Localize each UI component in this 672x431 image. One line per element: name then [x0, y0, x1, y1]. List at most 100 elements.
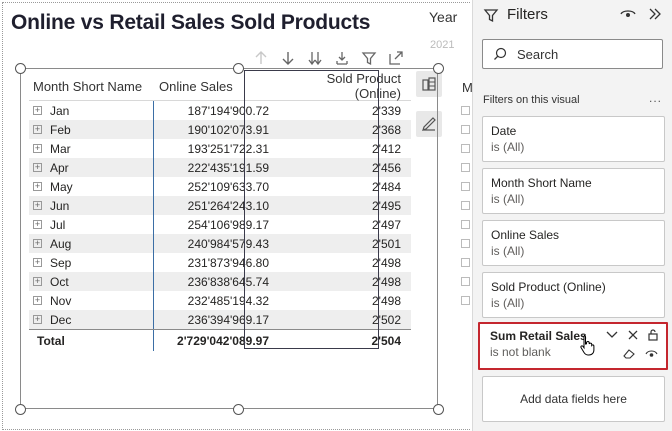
filter-card-date[interactable]: Date is (All) [482, 116, 665, 162]
report-canvas: Online vs Retail Sales Sold Products Yea… [0, 0, 473, 431]
online-sales-cell: 240'984'579.43 [153, 234, 273, 253]
chevron-down-icon[interactable] [606, 331, 618, 339]
online-sales-cell: 190'102'073.91 [153, 120, 273, 139]
lock-icon[interactable] [648, 329, 658, 341]
eye-icon[interactable] [620, 8, 636, 20]
expand-row-icon[interactable]: + [33, 182, 42, 191]
drill-up-icon[interactable] [251, 48, 271, 68]
month-label: Oct [50, 274, 69, 289]
month-label: Nov [50, 293, 72, 308]
resize-handle-top-left[interactable] [15, 63, 26, 74]
visual-header-toolbar [251, 46, 406, 70]
filter-card-online-sales[interactable]: Online Sales is (All) [482, 220, 665, 266]
filter-card-month-short-name[interactable]: Month Short Name is (All) [482, 168, 665, 214]
month-label: Jan [50, 103, 70, 118]
close-icon[interactable] [628, 330, 638, 340]
expand-hierarchy-icon[interactable] [332, 48, 352, 68]
table-row[interactable]: + Feb 190'102'073.91 2'368 [29, 120, 411, 139]
table-row[interactable]: + Aug 240'984'579.43 2'501 [29, 234, 411, 253]
month-label: Dec [50, 312, 72, 327]
filter-icon[interactable] [359, 48, 379, 68]
online-sales-cell: 222'435'191.59 [153, 158, 273, 177]
sold-product-cell: 2'498 [372, 274, 401, 289]
filter-card-sold-product[interactable]: Sold Product (Online) is (All) [482, 272, 665, 318]
online-sales-cell: 252'109'633.70 [153, 177, 273, 196]
expand-row-icon[interactable]: + [33, 106, 42, 115]
expand-next-level-icon[interactable] [305, 48, 325, 68]
table-row[interactable]: + Nov 232'485'194.32 2'498 [29, 291, 411, 310]
expand-row-icon[interactable]: + [33, 144, 42, 153]
table-row[interactable]: + Apr 222'435'191.59 2'456 [29, 158, 411, 177]
drill-down-icon[interactable] [278, 48, 298, 68]
table-row[interactable]: + Sep 231'873'946.80 2'498 [29, 253, 411, 272]
table-row[interactable]: + May 252'109'633.70 2'484 [29, 177, 411, 196]
eye-icon[interactable] [645, 349, 658, 359]
filters-pane: Filters Search Filters on this visual ..… [472, 0, 672, 431]
report-title: Online vs Retail Sales Sold Products [11, 11, 371, 34]
month-cell: + Jan [29, 104, 153, 118]
year-slicer-value[interactable]: 2021 [430, 39, 454, 51]
table-row[interactable]: + Mar 193'251'722.31 2'412 [29, 139, 411, 158]
month-label: Aug [50, 236, 72, 251]
total-sold-product: 2'504 [371, 333, 401, 348]
filters-search-input[interactable]: Search [482, 39, 663, 69]
neighbor-visual-rows [461, 106, 470, 315]
filters-pane-title: Filters [507, 6, 548, 23]
filter-card-actions-secondary [623, 349, 658, 359]
month-cell: + Jul [29, 218, 153, 232]
resize-handle-bottom-left[interactable] [15, 404, 26, 415]
resize-handle-top-right[interactable] [433, 63, 444, 74]
add-data-fields-dropzone[interactable]: Add data fields here [482, 376, 665, 422]
month-label: Mar [50, 141, 71, 156]
month-label: Jul [50, 217, 66, 232]
resize-handle-bottom-right[interactable] [433, 404, 444, 415]
filter-card-value: is (All) [491, 244, 525, 258]
total-online-sales: 2'729'042'089.97 [153, 330, 273, 351]
table-row[interactable]: + Oct 236'838'645.74 2'498 [29, 272, 411, 291]
eraser-icon[interactable] [623, 349, 635, 359]
expand-row-icon[interactable]: + [33, 201, 42, 210]
sold-product-cell: 2'497 [372, 217, 401, 232]
column-header-month[interactable]: Month Short Name [29, 79, 153, 94]
online-sales-cell: 236'394'969.17 [153, 310, 273, 329]
collapse-pane-icon[interactable] [648, 8, 662, 20]
table-row[interactable]: + Jan 187'194'900.72 2'339 [29, 101, 411, 120]
column-header-online-sales[interactable]: Online Sales [153, 72, 273, 100]
expand-row-icon[interactable]: + [33, 220, 42, 229]
table-row[interactable]: + Dec 236'394'969.17 2'502 [29, 310, 411, 329]
expand-row-icon[interactable]: + [33, 239, 42, 248]
filter-card-sum-retail-sales[interactable]: Sum Retail Sales is not blank [478, 322, 668, 370]
filter-card-title: Month Short Name [491, 176, 592, 190]
focus-mode-icon[interactable] [386, 48, 406, 68]
online-sales-cell: 254'106'989.17 [153, 215, 273, 234]
expand-row-icon[interactable]: + [33, 258, 42, 267]
sold-product-cell: 2'412 [372, 141, 401, 156]
filter-card-value: is (All) [491, 140, 525, 154]
month-cell: + Aug [29, 237, 153, 251]
expand-row-icon[interactable]: + [33, 163, 42, 172]
resize-handle-bottom[interactable] [233, 404, 244, 415]
filter-icon [483, 8, 499, 22]
online-sales-cell: 236'838'645.74 [153, 272, 273, 291]
month-label: Feb [50, 122, 71, 137]
month-label: Sep [50, 255, 72, 270]
sold-product-cell: 2'498 [372, 255, 401, 270]
expand-row-icon[interactable]: + [33, 296, 42, 305]
expand-row-icon[interactable]: + [33, 277, 42, 286]
expand-row-icon[interactable]: + [33, 125, 42, 134]
month-cell: + Feb [29, 123, 153, 137]
filter-card-value: is (All) [491, 296, 525, 310]
table-row[interactable]: + Jun 251'264'243.10 2'495 [29, 196, 411, 215]
search-icon [494, 47, 507, 60]
month-cell: + May [29, 180, 153, 194]
column-header-sold-product[interactable]: Sold Product (Online) [273, 71, 407, 101]
hand-cursor-icon [580, 335, 595, 356]
sold-product-cell: 2'501 [372, 236, 401, 251]
table-row[interactable]: + Jul 254'106'989.17 2'497 [29, 215, 411, 234]
section-more-options[interactable]: ... [649, 91, 662, 105]
online-sales-cell: 231'873'946.80 [153, 253, 273, 272]
search-placeholder: Search [517, 46, 559, 62]
sold-product-cell: 2'456 [372, 160, 401, 175]
section-filters-on-visual: Filters on this visual [483, 94, 580, 106]
expand-row-icon[interactable]: + [33, 315, 42, 324]
